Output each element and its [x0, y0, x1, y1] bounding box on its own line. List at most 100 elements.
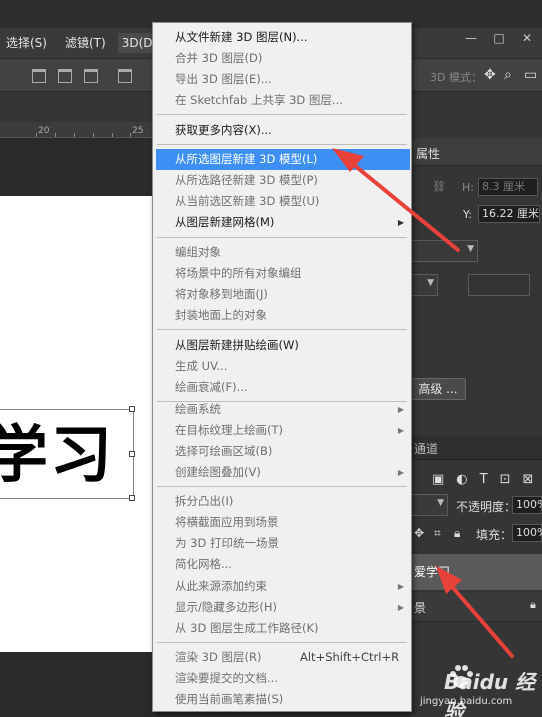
tab-channels[interactable]: 通道 — [414, 440, 438, 457]
type-filter-icon[interactable]: T — [480, 472, 488, 487]
menu-move-to-ground[interactable]: 将对象移到地面(J) — [154, 284, 410, 305]
chevron-down-icon: ▼ — [437, 498, 444, 508]
menu-render-3d-layer[interactable]: 渲染 3D 图层(R) Alt+Shift+Ctrl+R — [154, 647, 410, 668]
3d-context-menu: 从文件新建 3D 图层(N)... 合并 3D 图层(D) 导出 3D 图层(E… — [152, 22, 412, 712]
menu-select[interactable]: 选择(S) — [2, 33, 51, 53]
lock-row: ✥ ⌗ 🔒︎ 填充： 100% — [410, 522, 542, 546]
menu-share-sketchfab[interactable]: 在 Sketchfab 上共享 3D 图层... — [154, 90, 410, 111]
transform-handle[interactable] — [129, 451, 135, 457]
menu-new-3d-layer-from-file[interactable]: 从文件新建 3D 图层(N)... — [154, 27, 410, 48]
submenu-arrow-icon: ▶ — [397, 468, 404, 477]
menu-new-3d-model-from-layer[interactable]: 从所选图层新建 3D 模型(L) — [156, 149, 410, 170]
rotate-3d-icon[interactable]: ✥ — [484, 67, 496, 83]
menu-separator — [157, 486, 407, 487]
menu-paint-falloff[interactable]: 绘画衰减(F)... — [154, 377, 410, 398]
menu-unify-scene-3d-print[interactable]: 为 3D 打印统一场景 — [154, 533, 410, 554]
shape-filter-icon[interactable]: ⊡ — [500, 472, 511, 487]
blend-mode-dropdown[interactable]: ▼ — [410, 494, 448, 516]
restore-icon[interactable]: □ — [490, 31, 508, 45]
menu-new-3d-model-from-path[interactable]: 从所选路径新建 3D 模型(P) — [154, 170, 410, 191]
menu-separator — [157, 144, 407, 145]
menu-paint-system[interactable]: 绘画系统 ▶ — [154, 399, 410, 420]
transform-handle[interactable] — [129, 495, 135, 501]
menu-paint-on-target-texture[interactable]: 在目标纹理上绘画(T) ▶ — [154, 420, 410, 441]
menu-apply-cross-section[interactable]: 将横截面应用到场景 — [154, 512, 410, 533]
menu-simplify-mesh[interactable]: 简化网格... — [154, 554, 410, 575]
menu-separator — [157, 329, 407, 330]
menu-group-objects[interactable]: 编组对象 — [154, 242, 410, 263]
3d-mode-label: 3D 模式： — [430, 71, 482, 84]
layer-row-selected[interactable]: 爱学习 — [410, 554, 542, 590]
menu-new-tiled-painting[interactable]: 从图层新建拼贴绘画(W) — [154, 335, 410, 356]
menu-sketch-current-brush[interactable]: 使用当前画笔素描(S) — [154, 689, 410, 710]
minimize-icon[interactable]: — — [462, 31, 480, 45]
menu-merge-3d-layers[interactable]: 合并 3D 图层(D) — [154, 48, 410, 69]
menu-group-all-objects[interactable]: 将场景中的所有对象编组 — [154, 263, 410, 284]
ruler-tick: 20 — [38, 126, 50, 136]
workspace-icon[interactable]: ▭ — [524, 67, 537, 83]
menu-show-hide-polygons[interactable]: 显示/隐藏多边形(H) ▶ — [154, 597, 410, 618]
menu-generate-uv[interactable]: 生成 UV... — [154, 356, 410, 377]
y-label: Y: — [463, 208, 472, 221]
menu-render-document[interactable]: 渲染要提交的文档... — [154, 668, 410, 689]
align-vcenter-icon[interactable] — [58, 69, 72, 83]
dropdown-shape[interactable]: ▼ — [410, 274, 438, 296]
background-layer-name: 景 — [414, 601, 427, 615]
menu-new-3d-model-from-selection[interactable]: 从当前选区新建 3D 模型(U) — [154, 191, 410, 212]
menu-make-work-path[interactable]: 从 3D 图层生成工作路径(K) — [154, 618, 410, 639]
menu-shortcut: Alt+Shift+Ctrl+R — [300, 650, 400, 664]
ruler-tick: 25 — [132, 126, 144, 136]
menu-separator — [157, 642, 407, 643]
menu-export-3d-layer[interactable]: 导出 3D 图层(E)... — [154, 69, 410, 90]
align-bottom-icon[interactable] — [84, 69, 98, 83]
lock-artboard-icon[interactable]: ⌗ — [434, 526, 441, 541]
link-icon[interactable]: ⛓ — [432, 180, 446, 193]
height-field[interactable]: 8.3 厘米 — [478, 178, 538, 196]
menu-filter[interactable]: 滤镜(T) — [61, 33, 110, 53]
align-top-icon[interactable] — [32, 69, 46, 83]
pasteboard-bottom — [0, 652, 152, 717]
blend-row: ▼ 不透明度： 100% — [410, 494, 542, 518]
search-icon[interactable]: ⌕ — [504, 67, 512, 83]
submenu-arrow-icon: ▶ — [397, 218, 404, 227]
menu-create-painting-overlay[interactable]: 创建绘图叠加(V) ▶ — [154, 462, 410, 483]
smart-filter-icon[interactable]: ⊠ — [523, 472, 534, 487]
submenu-arrow-icon: ▶ — [397, 603, 404, 612]
lock-position-icon[interactable]: ✥ — [414, 526, 424, 540]
menu-new-mesh-from-layer[interactable]: 从图层新建网格(M) ▶ — [154, 212, 410, 233]
adjustment-filter-icon[interactable]: ◐ — [456, 472, 467, 487]
opacity-label: 不透明度： — [456, 500, 517, 514]
watermark-url: jingyan.baidu.com — [420, 696, 513, 707]
chevron-down-icon: ▼ — [427, 278, 434, 288]
menu-separator — [157, 114, 407, 115]
opacity-field[interactable]: 100% — [512, 496, 542, 514]
y-position-field[interactable]: 16.22 厘米 — [478, 205, 540, 223]
layer-name: 爱学习 — [414, 565, 451, 579]
submenu-arrow-icon: ▶ — [397, 426, 404, 435]
menu-select-paintable-areas[interactable]: 选择可绘画区域(B) — [154, 441, 410, 462]
fill-field[interactable]: 100% — [512, 524, 542, 542]
watermark-text: Baidu 经验 — [444, 670, 536, 717]
lock-icon: 🔒︎ — [530, 598, 536, 611]
baidu-watermark: Baidu 经验 jingyan.baidu.com — [416, 656, 540, 717]
menu-get-more-content[interactable]: 获取更多内容(X)... — [154, 120, 410, 141]
layer-row-background[interactable]: 景 🔒︎ — [410, 592, 542, 622]
transform-handle[interactable] — [129, 406, 135, 412]
advanced-button[interactable]: 高级 ... — [410, 378, 466, 400]
dropdown-texture[interactable] — [468, 274, 530, 296]
pixel-filter-icon[interactable]: ▣ — [432, 472, 444, 487]
transform-bounding-box[interactable] — [0, 409, 134, 499]
dropdown-preset[interactable]: ▼ — [410, 240, 478, 262]
window-controls: — □ ✕ — [462, 28, 536, 48]
properties-title: 属性 — [416, 147, 441, 161]
menu-add-constraint[interactable]: 从此来源添加约束 ▶ — [154, 576, 410, 597]
h-label: H: — [462, 181, 474, 194]
menu-separator — [157, 237, 407, 238]
menu-split-extrusion[interactable]: 拆分凸出(I) — [154, 491, 410, 512]
chevron-down-icon: ▼ — [467, 244, 474, 254]
lock-all-icon[interactable]: 🔒︎ — [454, 526, 460, 541]
align-left-icon[interactable] — [118, 69, 132, 83]
close-icon[interactable]: ✕ — [518, 31, 536, 45]
menu-pack-objects-on-ground[interactable]: 封装地面上的对象 — [154, 305, 410, 326]
layer-filter-row: ▣ ◐ T ⊡ ⊠ — [410, 466, 542, 492]
